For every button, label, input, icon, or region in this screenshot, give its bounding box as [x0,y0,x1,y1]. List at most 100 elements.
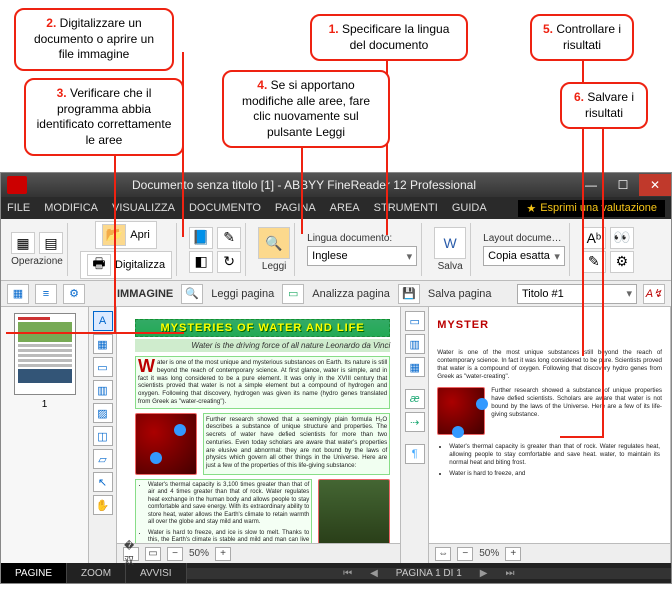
area-bg-icon[interactable]: ▨ [93,403,113,423]
image-pane: MYSTERIES OF WATER AND LIFE Water is the… [117,307,401,563]
pointer-4 [301,144,303,234]
text-page[interactable]: MYSTER Water is one of the most unique s… [429,307,670,543]
analyze-page-label[interactable]: Analizza pagina [310,288,392,300]
zoom-in-icon[interactable]: + [215,547,231,561]
status-bar: PAGINE ZOOM AVVISI ⏮ ◀ PAGINA 1 DI 1 ▶ ⏭ [1,563,671,583]
view-thumbs-icon[interactable]: ▦ [7,284,29,304]
text-pic-icon[interactable]: ▥ [405,334,425,354]
maximize-button[interactable]: ☐ [607,174,639,196]
style-edit-icon[interactable]: A↯ [643,284,665,304]
fit-width-icon[interactable]: �双 [123,547,139,561]
menu-view[interactable]: VISUALIZZA [112,202,175,214]
image-page[interactable]: MYSTERIES OF WATER AND LIFE Water is the… [117,307,400,543]
status-pages[interactable]: PAGINE [1,563,67,583]
close-button[interactable]: ✕ [639,174,671,196]
molecule-image [135,413,197,475]
menubar: FILE MODIFICA VISUALIZZA DOCUMENTO PAGIN… [1,197,671,219]
status-page-indicator: PAGINA 1 DI 1 [396,568,462,579]
fit-page-icon[interactable]: ▭ [145,547,161,561]
hand-icon[interactable]: ✋ [93,495,113,515]
doc-quote: Water is the driving force of all nature… [135,339,390,352]
view-props-icon[interactable]: ⚙ [63,284,85,304]
zoom-value-2: 50% [479,548,499,559]
menu-document[interactable]: DOCUMENTO [189,202,261,214]
word-icon[interactable]: W [434,227,466,259]
doc-para-2: Further research showed that a seemingly… [203,413,390,475]
wand-icon[interactable]: ✎ [217,227,241,249]
verify-icon[interactable]: æ [405,389,425,409]
text-area-icon[interactable]: ▭ [405,311,425,331]
area-table-icon[interactable]: ▦ [93,334,113,354]
nav-first-icon[interactable]: ⏮ [343,568,352,579]
titlebar: Documento senza titolo [1] - ABBYY FineR… [1,173,671,197]
text-para-2: Further research showed a substance of u… [491,387,662,435]
menu-tools[interactable]: STRUMENTI [374,202,438,214]
text-pane: MYSTER Water is one of the most unique s… [429,307,671,563]
text-table-icon[interactable]: ▦ [405,357,425,377]
image-header: IMMAGINE [115,288,175,300]
ribbon-extras: Aᵇ👀 ✎⚙ [578,223,638,276]
gear-icon[interactable]: ⚙ [610,251,634,273]
callout-2: 2. Digitalizzare un documento o aprire u… [14,8,174,71]
star-icon: ★ [526,202,536,215]
area-text-icon[interactable]: A [93,311,113,331]
style-select[interactable]: Titolo #1 [517,284,637,304]
open-button[interactable]: 📂Apri [95,221,157,249]
status-zoom[interactable]: ZOOM [67,563,126,583]
scanner-icon: 🖶 [87,254,111,276]
zoom-out-icon[interactable]: − [167,547,183,561]
zoom-out-icon-2[interactable]: − [457,547,473,561]
nav-prev-icon[interactable]: ◀ [370,568,378,579]
rotate-icon[interactable]: ↻ [217,251,241,273]
nav-last-icon[interactable]: ⏭ [505,568,514,579]
binoc-icon[interactable]: 👀 [610,227,634,249]
pointer-icon[interactable]: ↖ [93,472,113,492]
menu-help[interactable]: GUIDA [452,202,487,214]
text-bullets: Water's thermal capacity is greater than… [437,441,662,482]
save-page-icon[interactable]: 💾 [398,284,420,304]
doc-icon[interactable]: ▦ [11,232,35,254]
ribbon-operation: ▦ ▤ Operazione [7,223,68,276]
text-molecule-image [437,387,485,435]
view-list-icon[interactable]: ≡ [35,284,57,304]
callout-6: 6. Salvare i risultati [560,82,648,129]
nav-next-icon[interactable]: ▶ [480,568,488,579]
language-select[interactable]: Inglese [307,246,417,266]
pointer-3b [6,332,184,334]
pointer-6b [560,436,604,438]
page-thumbnail[interactable] [14,313,76,395]
ribbon: ▦ ▤ Operazione 📂Apri 🖶Digitalizza 📘✎ ◧↻ … [1,219,671,281]
book-icon[interactable]: 📘 [189,227,213,249]
waterfall-image [318,479,390,544]
zoom-in-icon-2[interactable]: + [505,547,521,561]
menu-edit[interactable]: MODIFICA [44,202,98,214]
read-page-label[interactable]: Leggi pagina [209,288,276,300]
digitize-button[interactable]: 🖶Digitalizza [80,251,172,279]
area-recog-icon[interactable]: ◫ [93,426,113,446]
callout-5: 5. Controllare i risultati [530,14,634,61]
read-icon[interactable]: 🔍 [258,227,290,259]
pointer-3a [114,144,116,334]
pilcrow-icon[interactable]: ¶ [405,444,425,464]
crop-icon[interactable]: ◧ [189,251,213,273]
area-barcode-icon[interactable]: ▥ [93,380,113,400]
menu-page[interactable]: PAGINA [275,202,316,214]
menu-area[interactable]: AREA [330,202,360,214]
read-page-icon[interactable]: 🔍 [181,284,203,304]
menu-file[interactable]: FILE [7,202,30,214]
pointer-6a [602,120,604,438]
rate-button[interactable]: ★Esprimi una valutazione [518,200,665,217]
fit-width-icon-2[interactable]: ⇔ [435,547,451,561]
layout-select[interactable]: Copia esatta [483,246,565,266]
doc-bullets: Water's thermal capacity is 3,100 times … [135,479,312,544]
analyze-page-icon[interactable]: ▭ [282,284,304,304]
area-delete-icon[interactable]: ▱ [93,449,113,469]
text-tool-column: ▭ ▥ ▦ æ ⇢ ¶ [401,307,429,563]
save-page-label[interactable]: Salva pagina [426,288,494,300]
area-pic-icon[interactable]: ▭ [93,357,113,377]
callout-1: 1. Specificare la lingua del documento [310,14,468,61]
next-error-icon[interactable]: ⇢ [405,412,425,432]
open-doc-icon[interactable]: ▤ [39,232,63,254]
callout-4: 4. Se si apportano modifiche alle aree, … [222,70,390,148]
callout-3: 3. Verificare che il programma abbia ide… [24,78,184,156]
